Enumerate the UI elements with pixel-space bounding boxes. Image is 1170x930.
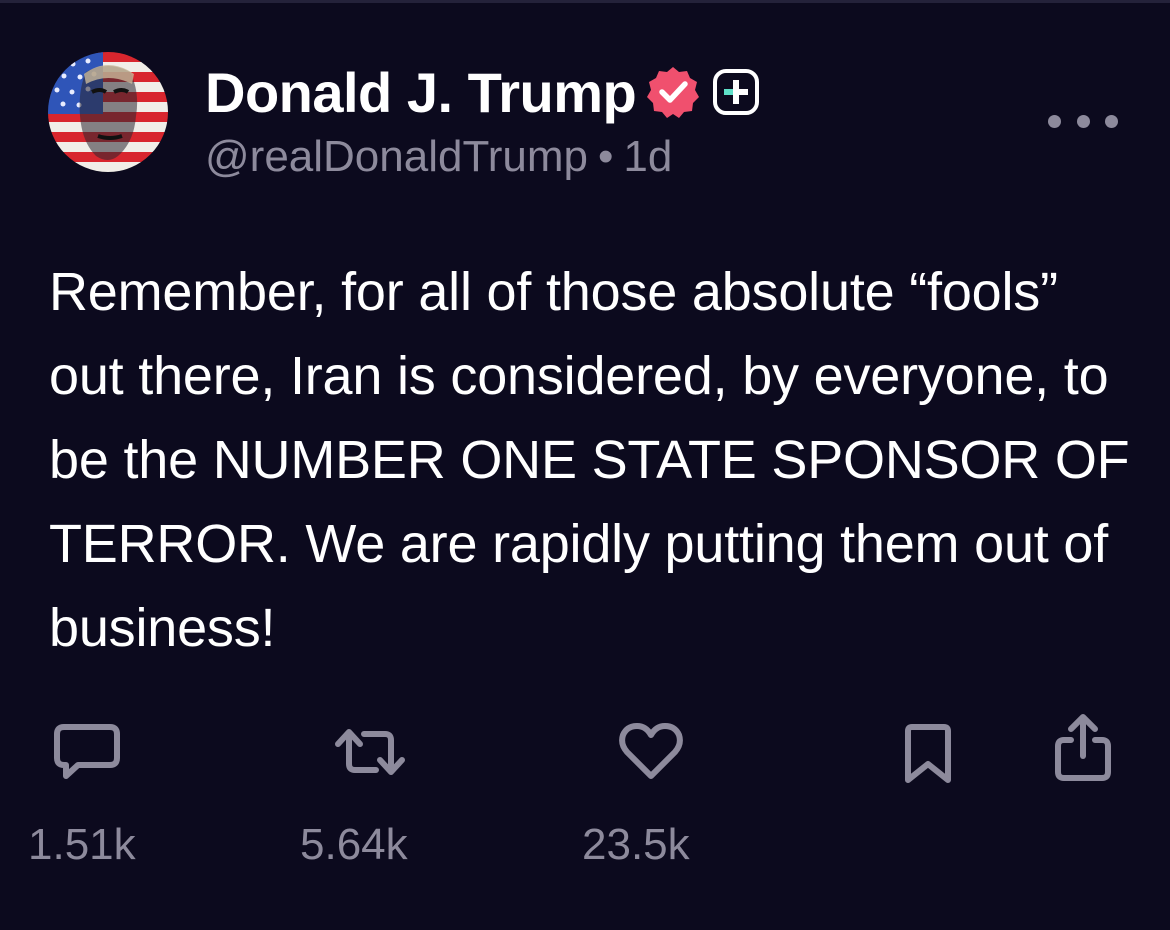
post-timestamp[interactable]: 1d (623, 132, 672, 181)
repost-icon (335, 729, 405, 775)
share-icon (1055, 714, 1111, 781)
repost-button[interactable] (332, 722, 408, 782)
post-card: Donald J. Trump @realDonaldTrump • 1d Reme… (0, 0, 1170, 930)
like-count: 23.5k (582, 820, 690, 869)
bookmark-button[interactable] (902, 722, 954, 786)
more-dot-icon (1076, 114, 1090, 128)
plus-badge-icon (712, 68, 760, 116)
author-meta-row: @realDonaldTrump • 1d (205, 132, 672, 182)
more-dot-icon (1105, 114, 1118, 128)
repost-count: 5.64k (300, 820, 408, 869)
bookmark-icon (905, 724, 951, 783)
flag-portrait-avatar-icon (48, 52, 168, 172)
share-button[interactable] (1052, 712, 1114, 784)
like-button[interactable] (618, 722, 684, 782)
reply-count: 1.51k (28, 820, 136, 869)
reply-button[interactable] (52, 722, 122, 782)
comment-icon (54, 724, 120, 779)
heart-icon (619, 723, 683, 779)
author-handle[interactable]: @realDonaldTrump (205, 132, 588, 181)
more-dot-icon (1048, 114, 1061, 128)
meta-separator: • (597, 132, 614, 181)
more-options-button[interactable] (1048, 106, 1118, 136)
author-display-name[interactable]: Donald J. Trump (205, 60, 637, 125)
post-body-text: Remember, for all of those absolute “foo… (49, 262, 1130, 658)
verified-badge-icon (646, 65, 700, 119)
author-avatar[interactable] (48, 52, 168, 172)
author-name-row: Donald J. Trump (205, 60, 760, 124)
